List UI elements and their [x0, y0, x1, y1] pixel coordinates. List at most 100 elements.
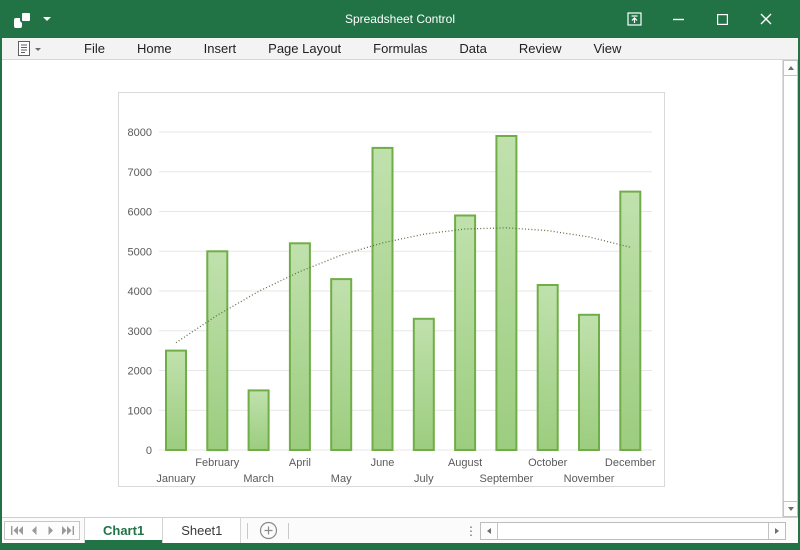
menu-item-data[interactable]: Data — [443, 38, 502, 59]
sheet-tabstrip: Chart1 Sheet1 ⋮ — [0, 517, 800, 543]
app-icon[interactable] — [14, 11, 33, 28]
menu-item-insert[interactable]: Insert — [188, 38, 253, 59]
sheet-tab-label: Chart1 — [103, 523, 144, 538]
chart[interactable]: 0 1000 2000 3000 4000 5000 6000 7000 8000 January… — [118, 92, 665, 487]
tab-separator — [247, 523, 248, 539]
svg-text:5000: 5000 — [128, 246, 152, 258]
svg-text:8000: 8000 — [128, 127, 152, 139]
last-sheet-button[interactable] — [60, 522, 75, 540]
sheet-tabs: Chart1 Sheet1 — [84, 518, 241, 543]
menu-item-page-layout[interactable]: Page Layout — [252, 38, 357, 59]
app-window: Spreadsheet Control — [0, 0, 800, 550]
svg-text:June: June — [371, 457, 395, 469]
titlebar: Spreadsheet Control — [0, 0, 800, 38]
chart-x-axis-labels: January FebruaryMarch April May June July Augu… — [156, 457, 656, 485]
sheet-tab-chart1[interactable]: Chart1 — [84, 518, 163, 543]
chart-bar-june[interactable] — [373, 148, 393, 450]
svg-text:November: November — [564, 473, 615, 485]
minimize-icon — [673, 18, 684, 21]
horizontal-scrollbar[interactable] — [480, 522, 786, 540]
svg-text:December: December — [605, 457, 656, 469]
chart-bar-february[interactable] — [207, 251, 227, 450]
dock-window-button[interactable] — [612, 0, 656, 38]
status-bar — [0, 543, 800, 550]
app-menu-caret-icon[interactable] — [43, 17, 51, 21]
arrow-right-icon — [775, 528, 779, 534]
svg-text:February: February — [195, 457, 240, 469]
document-menu-caret-icon — [35, 48, 41, 51]
arrow-left-icon — [487, 528, 491, 534]
svg-text:1000: 1000 — [128, 405, 152, 417]
chart-bar-may[interactable] — [331, 279, 351, 450]
chart-bar-july[interactable] — [414, 319, 434, 450]
scroll-right-button[interactable] — [768, 523, 785, 539]
svg-text:6000: 6000 — [128, 207, 152, 219]
add-sheet-plus-icon — [259, 521, 278, 540]
minimize-button[interactable] — [656, 0, 700, 38]
svg-text:4000: 4000 — [128, 286, 152, 298]
chart-bar-november[interactable] — [579, 315, 599, 450]
chart-bar-october[interactable] — [538, 285, 558, 450]
chart-bar-april[interactable] — [290, 243, 310, 450]
svg-text:0: 0 — [146, 445, 152, 457]
maximize-button[interactable] — [700, 0, 744, 38]
first-sheet-button[interactable] — [9, 522, 24, 540]
svg-text:July: July — [414, 473, 434, 485]
window-title: Spreadsheet Control — [220, 12, 580, 26]
svg-text:3000: 3000 — [128, 326, 152, 338]
svg-text:May: May — [331, 473, 352, 485]
last-sheet-icon — [62, 526, 74, 535]
sheet-tab-sheet1[interactable]: Sheet1 — [163, 518, 241, 543]
sheet-nav-buttons — [4, 521, 80, 540]
menu-item-formulas[interactable]: Formulas — [357, 38, 443, 59]
app-icon-square-big — [20, 11, 32, 23]
svg-text:March: March — [243, 473, 274, 485]
close-icon — [760, 13, 772, 25]
next-sheet-icon — [48, 526, 54, 535]
chart-bar-august[interactable] — [455, 216, 475, 451]
tab-separator — [288, 523, 289, 539]
vertical-scrollbar[interactable] — [782, 60, 798, 517]
close-button[interactable] — [744, 0, 788, 38]
content-area: 0 1000 2000 3000 4000 5000 6000 7000 8000 January… — [0, 60, 800, 517]
svg-text:October: October — [528, 457, 567, 469]
sheet-tab-label: Sheet1 — [181, 523, 222, 538]
chart-y-axis-labels: 0 1000 2000 3000 4000 5000 6000 7000 8000 — [128, 127, 152, 457]
arrow-down-icon — [788, 507, 794, 511]
tab-scrollbar-splitter[interactable]: ⋮ — [466, 518, 476, 544]
menu-item-review[interactable]: Review — [503, 38, 578, 59]
titlebar-left — [0, 11, 220, 28]
document-list-icon — [16, 40, 32, 57]
vertical-scrollbar-thumb[interactable] — [783, 76, 798, 501]
svg-text:2000: 2000 — [128, 366, 152, 378]
svg-text:April: April — [289, 457, 311, 469]
dock-window-icon — [627, 12, 642, 26]
maximize-icon — [717, 14, 728, 25]
scroll-down-button[interactable] — [783, 501, 798, 517]
chart-bar-january[interactable] — [166, 351, 186, 450]
scroll-up-button[interactable] — [783, 60, 798, 76]
arrow-up-icon — [788, 66, 794, 70]
document-menu-button[interactable] — [0, 38, 50, 59]
add-sheet-button[interactable] — [254, 518, 282, 543]
chart-trendline[interactable] — [176, 228, 630, 343]
menu-item-home[interactable]: Home — [121, 38, 188, 59]
first-sheet-icon — [11, 526, 23, 535]
scroll-left-button[interactable] — [481, 523, 498, 539]
chart-bar-march[interactable] — [249, 390, 269, 450]
previous-sheet-button[interactable] — [26, 522, 41, 540]
svg-text:September: September — [479, 473, 533, 485]
titlebar-buttons — [580, 0, 800, 38]
menu-items: FileHomeInsertPage LayoutFormulasDataRev… — [68, 38, 637, 59]
menu-item-view[interactable]: View — [577, 38, 637, 59]
svg-text:7000: 7000 — [128, 167, 152, 179]
svg-text:August: August — [448, 457, 482, 469]
next-sheet-button[interactable] — [43, 522, 58, 540]
chart-bars — [166, 136, 640, 450]
svg-text:January: January — [156, 473, 196, 485]
chart-bar-december[interactable] — [620, 192, 640, 450]
menubar: FileHomeInsertPage LayoutFormulasDataRev… — [0, 38, 800, 60]
chart-bar-september[interactable] — [496, 136, 516, 450]
menu-item-file[interactable]: File — [68, 38, 121, 59]
horizontal-scrollbar-thumb[interactable] — [498, 523, 768, 539]
